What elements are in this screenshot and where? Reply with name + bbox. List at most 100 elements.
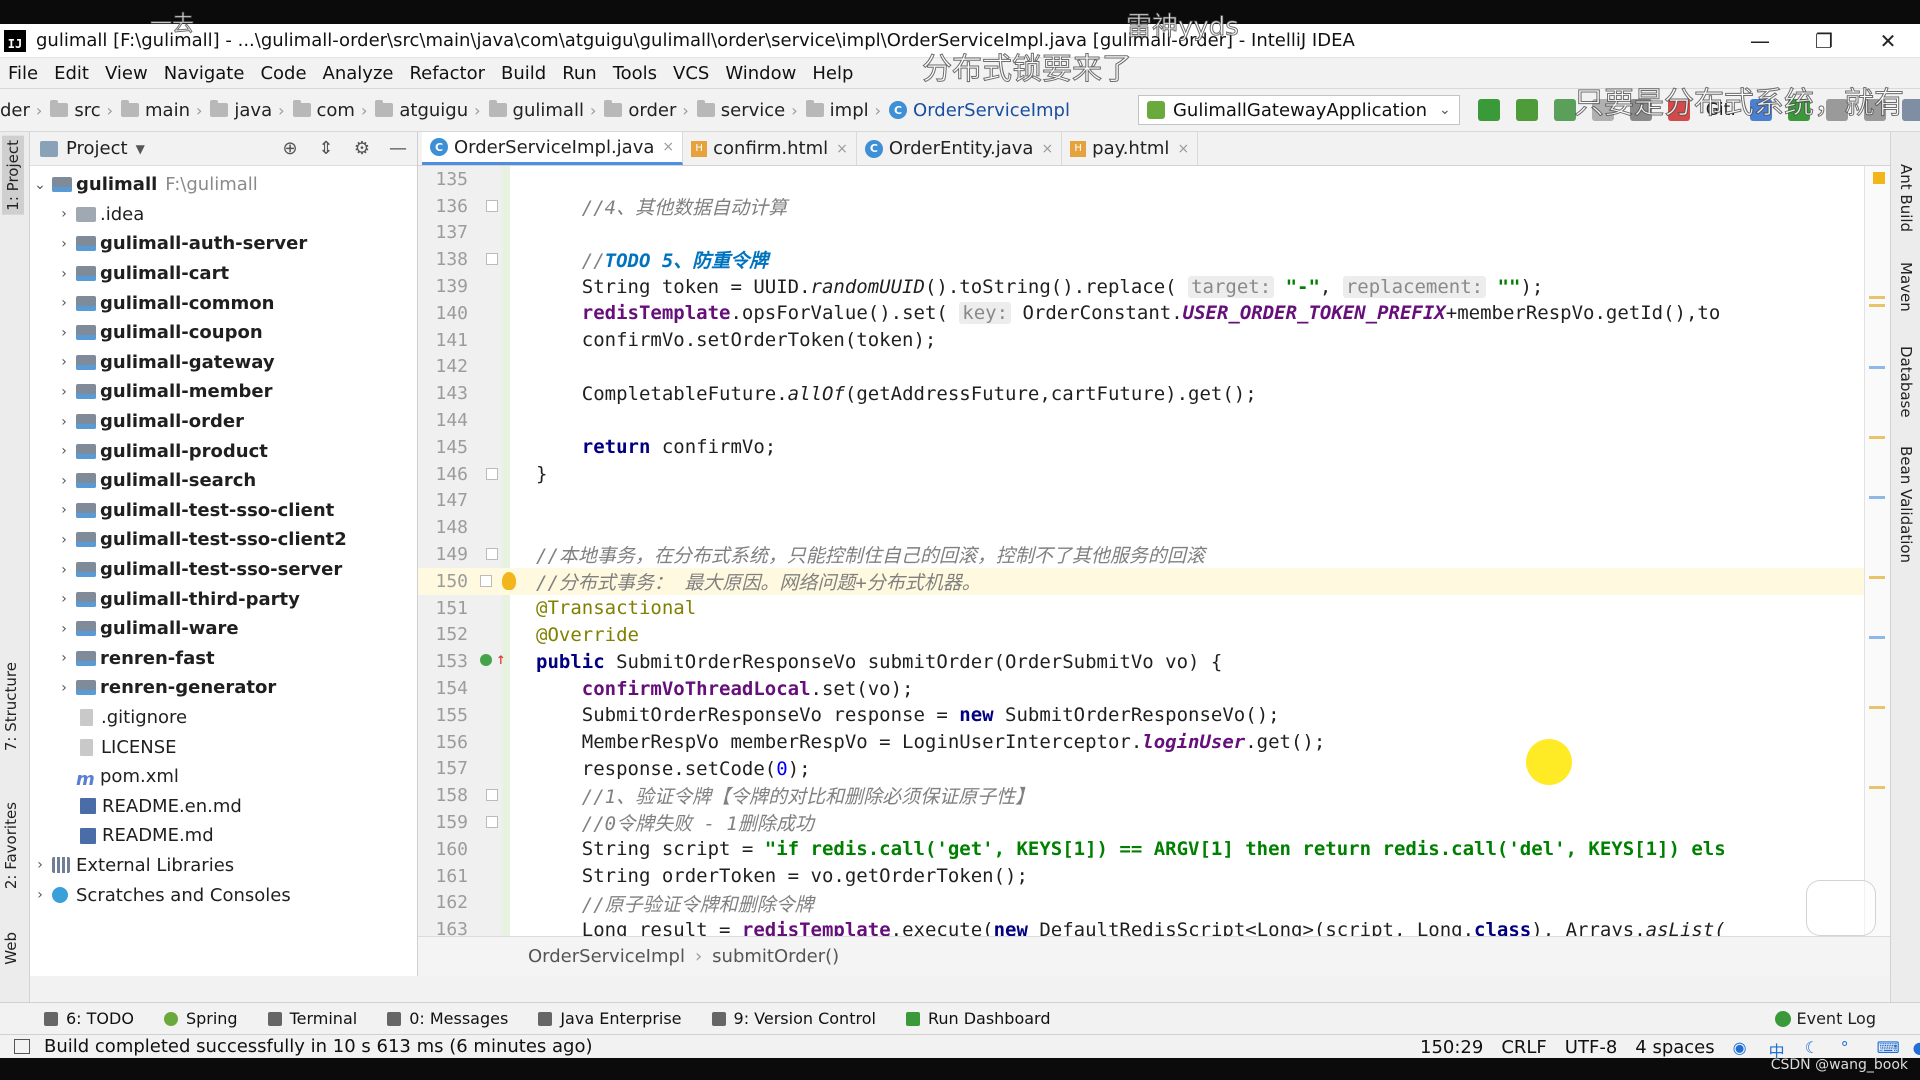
menu-code[interactable]: Code (260, 63, 306, 84)
status-message[interactable]: Build completed successfully in 10 s 613… (44, 1036, 593, 1057)
chevron-down-icon[interactable]: ▼ (136, 142, 145, 156)
tab-orderentity-java[interactable]: C OrderEntity.java × (857, 132, 1063, 165)
tree-item[interactable]: .gitignore (30, 703, 417, 733)
close-icon[interactable]: × (836, 141, 848, 157)
breadcrumb-class[interactable]: C OrderServiceImpl (889, 100, 1070, 121)
file-encoding[interactable]: UTF-8 (1565, 1037, 1617, 1058)
menu-view[interactable]: View (105, 63, 148, 84)
tree-scratches[interactable]: › Scratches and Consoles (30, 880, 417, 910)
editor-error-stripe[interactable] (1864, 166, 1890, 936)
caret-position[interactable]: 150:29 (1420, 1037, 1483, 1058)
menu-build[interactable]: Build (501, 63, 546, 84)
stripe-mark[interactable] (1869, 706, 1885, 709)
stripe-mark[interactable] (1869, 366, 1885, 369)
tree-item[interactable]: › gulimall-cart (30, 259, 417, 289)
tree-item[interactable]: › gulimall-test-sso-client (30, 496, 417, 526)
tab-pay-html[interactable]: H pay.html × (1062, 132, 1199, 165)
tool-window-java-enterprise[interactable]: Java Enterprise (538, 1009, 682, 1028)
stripe-mark[interactable] (1869, 636, 1885, 639)
chevron-down-icon[interactable]: ⌄ (32, 177, 48, 193)
tool-window-ant-build[interactable]: Ant Build (1897, 164, 1915, 232)
chevron-right-icon[interactable]: › (56, 591, 72, 607)
ime-user-icon[interactable]: ● (1913, 1038, 1920, 1057)
tree-root[interactable]: ⌄ gulimall F:\gulimall (30, 170, 417, 200)
menu-vcs[interactable]: VCS (673, 63, 709, 84)
tool-window-project[interactable]: 1: Project (2, 136, 24, 215)
tree-item[interactable]: README.en.md (30, 791, 417, 821)
breadcrumb-der[interactable]: der (0, 100, 30, 121)
close-icon[interactable]: × (662, 139, 674, 155)
chevron-right-icon[interactable]: › (56, 325, 72, 341)
chevron-right-icon[interactable]: › (56, 562, 72, 578)
tool-window-run-dashboard[interactable]: Run Dashboard (905, 1009, 1051, 1028)
breadcrumb-method-name[interactable]: submitOrder() (712, 946, 839, 967)
lightbulb-icon[interactable] (502, 572, 516, 590)
tab-orderserviceimpl-java[interactable]: C OrderServiceImpl.java × (422, 132, 684, 165)
tree-item[interactable]: › gulimall-auth-server (30, 229, 417, 259)
stripe-mark[interactable] (1869, 496, 1885, 499)
menu-tools[interactable]: Tools (613, 63, 657, 84)
hide-panel-icon[interactable]: — (387, 138, 409, 160)
locate-file-icon[interactable]: ⊕ (279, 138, 301, 160)
close-icon[interactable]: × (1041, 141, 1053, 157)
close-button[interactable]: ✕ (1856, 24, 1920, 58)
chevron-right-icon[interactable]: › (32, 857, 48, 873)
fold-icon[interactable] (486, 548, 498, 561)
tree-external-libraries[interactable]: › External Libraries (30, 851, 417, 881)
breadcrumb-java[interactable]: java (210, 100, 272, 121)
menu-window[interactable]: Window (725, 63, 796, 84)
ime-logo-icon[interactable]: ◉ (1733, 1038, 1751, 1057)
tree-item[interactable]: › gulimall-product (30, 436, 417, 466)
tree-item[interactable]: › gulimall-search (30, 466, 417, 496)
breadcrumb-gulimall[interactable]: gulimall (488, 100, 584, 121)
chevron-right-icon[interactable]: › (56, 443, 72, 459)
chevron-right-icon[interactable]: › (56, 266, 72, 282)
breadcrumb-impl[interactable]: impl (805, 100, 869, 121)
tree-item[interactable]: › gulimall-gateway (30, 348, 417, 378)
close-icon[interactable]: × (1177, 141, 1189, 157)
implements-method-icon[interactable] (480, 654, 492, 667)
tool-window-spring[interactable]: Spring (163, 1009, 238, 1028)
fold-icon[interactable] (486, 253, 498, 266)
code-area[interactable]: 135 136 //4、其他数据自动计算 137 138 //TODO 5、防重… (418, 166, 1864, 936)
fold-icon[interactable] (480, 575, 492, 587)
minimize-button[interactable]: — (1728, 24, 1792, 58)
menu-file[interactable]: File (8, 63, 38, 84)
tool-window-favorites[interactable]: 2: Favorites (2, 802, 20, 889)
tree-item[interactable]: › gulimall-third-party (30, 584, 417, 614)
chevron-right-icon[interactable]: › (56, 680, 72, 696)
rerun-icon[interactable] (1477, 99, 1500, 121)
tool-window-bean-validation[interactable]: Bean Validation (1897, 446, 1915, 563)
tree-item[interactable]: › renren-fast (30, 644, 417, 674)
breadcrumb-order[interactable]: order (604, 100, 676, 121)
project-structure-icon[interactable] (1902, 99, 1920, 121)
run-configuration-select[interactable]: GulimallGatewayApplication ⌄ (1137, 95, 1460, 125)
tool-window-web[interactable]: Web (2, 932, 20, 965)
menu-run[interactable]: Run (562, 63, 597, 84)
tree-item[interactable]: › gulimall-common (30, 288, 417, 318)
video-play-icon[interactable] (1806, 880, 1876, 936)
chevron-right-icon[interactable]: › (56, 502, 72, 518)
tree-item[interactable]: › gulimall-member (30, 377, 417, 407)
chevron-right-icon[interactable]: › (56, 295, 72, 311)
tree-item[interactable]: › gulimall-order (30, 407, 417, 437)
stripe-mark[interactable] (1869, 296, 1885, 299)
chevron-right-icon[interactable]: › (56, 206, 72, 222)
coverage-icon[interactable] (1553, 99, 1576, 121)
breadcrumb-com[interactable]: com (292, 100, 355, 121)
toggle-tool-windows-icon[interactable] (14, 1039, 30, 1054)
collapse-all-icon[interactable]: ⇕ (315, 138, 337, 160)
warning-icon[interactable] (1873, 172, 1885, 184)
fold-icon[interactable] (486, 789, 498, 802)
menu-help[interactable]: Help (812, 63, 853, 84)
tree-item[interactable]: › .idea (30, 200, 417, 230)
tab-confirm-html[interactable]: H confirm.html × (683, 132, 857, 165)
breadcrumb-main[interactable]: main (121, 100, 190, 121)
tree-item[interactable]: › gulimall-test-sso-server (30, 555, 417, 585)
ime-moon-icon[interactable]: ☾ (1805, 1038, 1823, 1057)
ime-punctuation-icon[interactable]: ° (1841, 1038, 1859, 1057)
line-separator[interactable]: CRLF (1501, 1037, 1546, 1058)
chevron-right-icon[interactable]: › (56, 414, 72, 430)
tree-item[interactable]: › gulimall-ware (30, 614, 417, 644)
tool-window-database[interactable]: Database (1897, 346, 1915, 418)
